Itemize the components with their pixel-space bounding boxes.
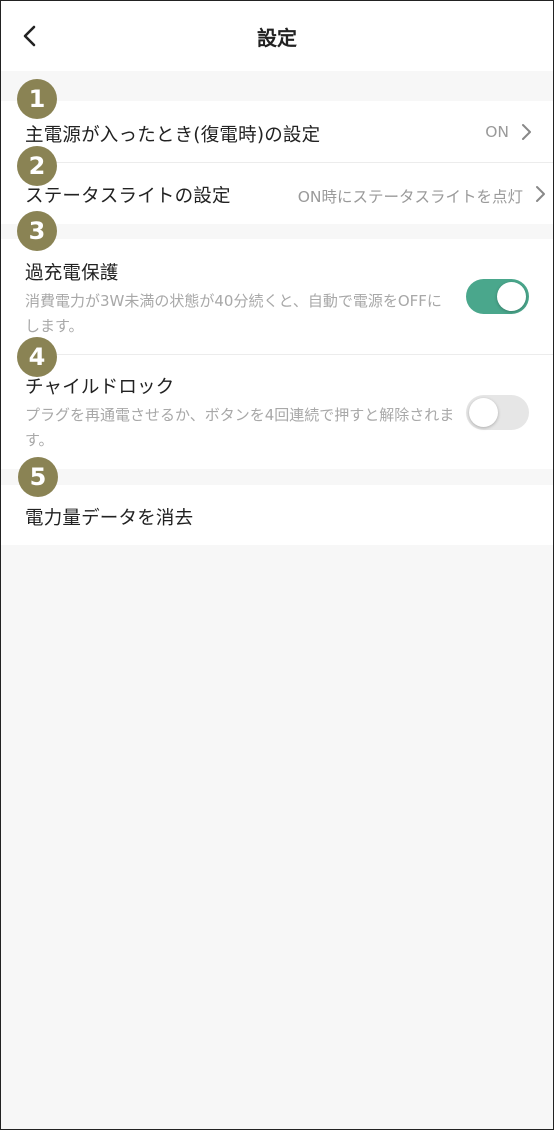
- data-group: 電力量データを消去: [1, 485, 553, 545]
- settings-screen: 設定 主電源が入ったとき(復電時)の設定 ON ステータスライトの設定 ON時に…: [0, 0, 554, 1130]
- step-badge-5: 5: [18, 457, 58, 497]
- clear-data-row[interactable]: 電力量データを消去: [1, 485, 553, 545]
- child-lock-title: チャイルドロック: [25, 377, 175, 398]
- overcharge-toggle[interactable]: [466, 279, 529, 314]
- power-restore-row[interactable]: 主電源が入ったとき(復電時)の設定 ON: [1, 101, 553, 162]
- chevron-right-icon: [522, 124, 531, 140]
- child-lock-toggle[interactable]: [466, 395, 529, 430]
- child-lock-row: チャイルドロック プラグを再通電させるか、ボタンを4回連続で押すと解除されます。: [1, 355, 553, 469]
- chevron-right-icon: [536, 186, 545, 202]
- status-light-title: ステータスライトの設定: [25, 186, 231, 207]
- page-title: 設定: [257, 26, 297, 50]
- power-restore-value: ON: [485, 123, 509, 141]
- step-badge-2: 2: [17, 146, 57, 186]
- clear-data-title: 電力量データを消去: [25, 508, 194, 529]
- overcharge-row: 過充電保護 消費電力が3W未満の状態が40分続くと、自動で電源をOFFにします。: [1, 239, 553, 354]
- navigation-group: 主電源が入ったとき(復電時)の設定 ON ステータスライトの設定 ON時にステー…: [1, 101, 553, 224]
- header-bar: 設定: [1, 1, 553, 71]
- toggle-knob: [469, 398, 498, 427]
- status-light-value: ON時にステータスライトを点灯: [297, 188, 523, 206]
- child-lock-description: プラグを再通電させるか、ボタンを4回連続で押すと解除されます。: [25, 406, 455, 449]
- toggle-knob: [497, 282, 526, 311]
- step-badge-4: 4: [17, 337, 57, 377]
- power-restore-title: 主電源が入ったとき(復電時)の設定: [25, 125, 321, 146]
- overcharge-description: 消費電力が3W未満の状態が40分続くと、自動で電源をOFFにします。: [25, 292, 442, 335]
- overcharge-title: 過充電保護: [25, 263, 119, 284]
- step-badge-1: 1: [17, 79, 57, 119]
- step-badge-3: 3: [17, 211, 57, 251]
- status-light-row[interactable]: ステータスライトの設定 ON時にステータスライトを点灯: [1, 163, 553, 224]
- protection-group: 過充電保護 消費電力が3W未満の状態が40分続くと、自動で電源をOFFにします。…: [1, 239, 553, 469]
